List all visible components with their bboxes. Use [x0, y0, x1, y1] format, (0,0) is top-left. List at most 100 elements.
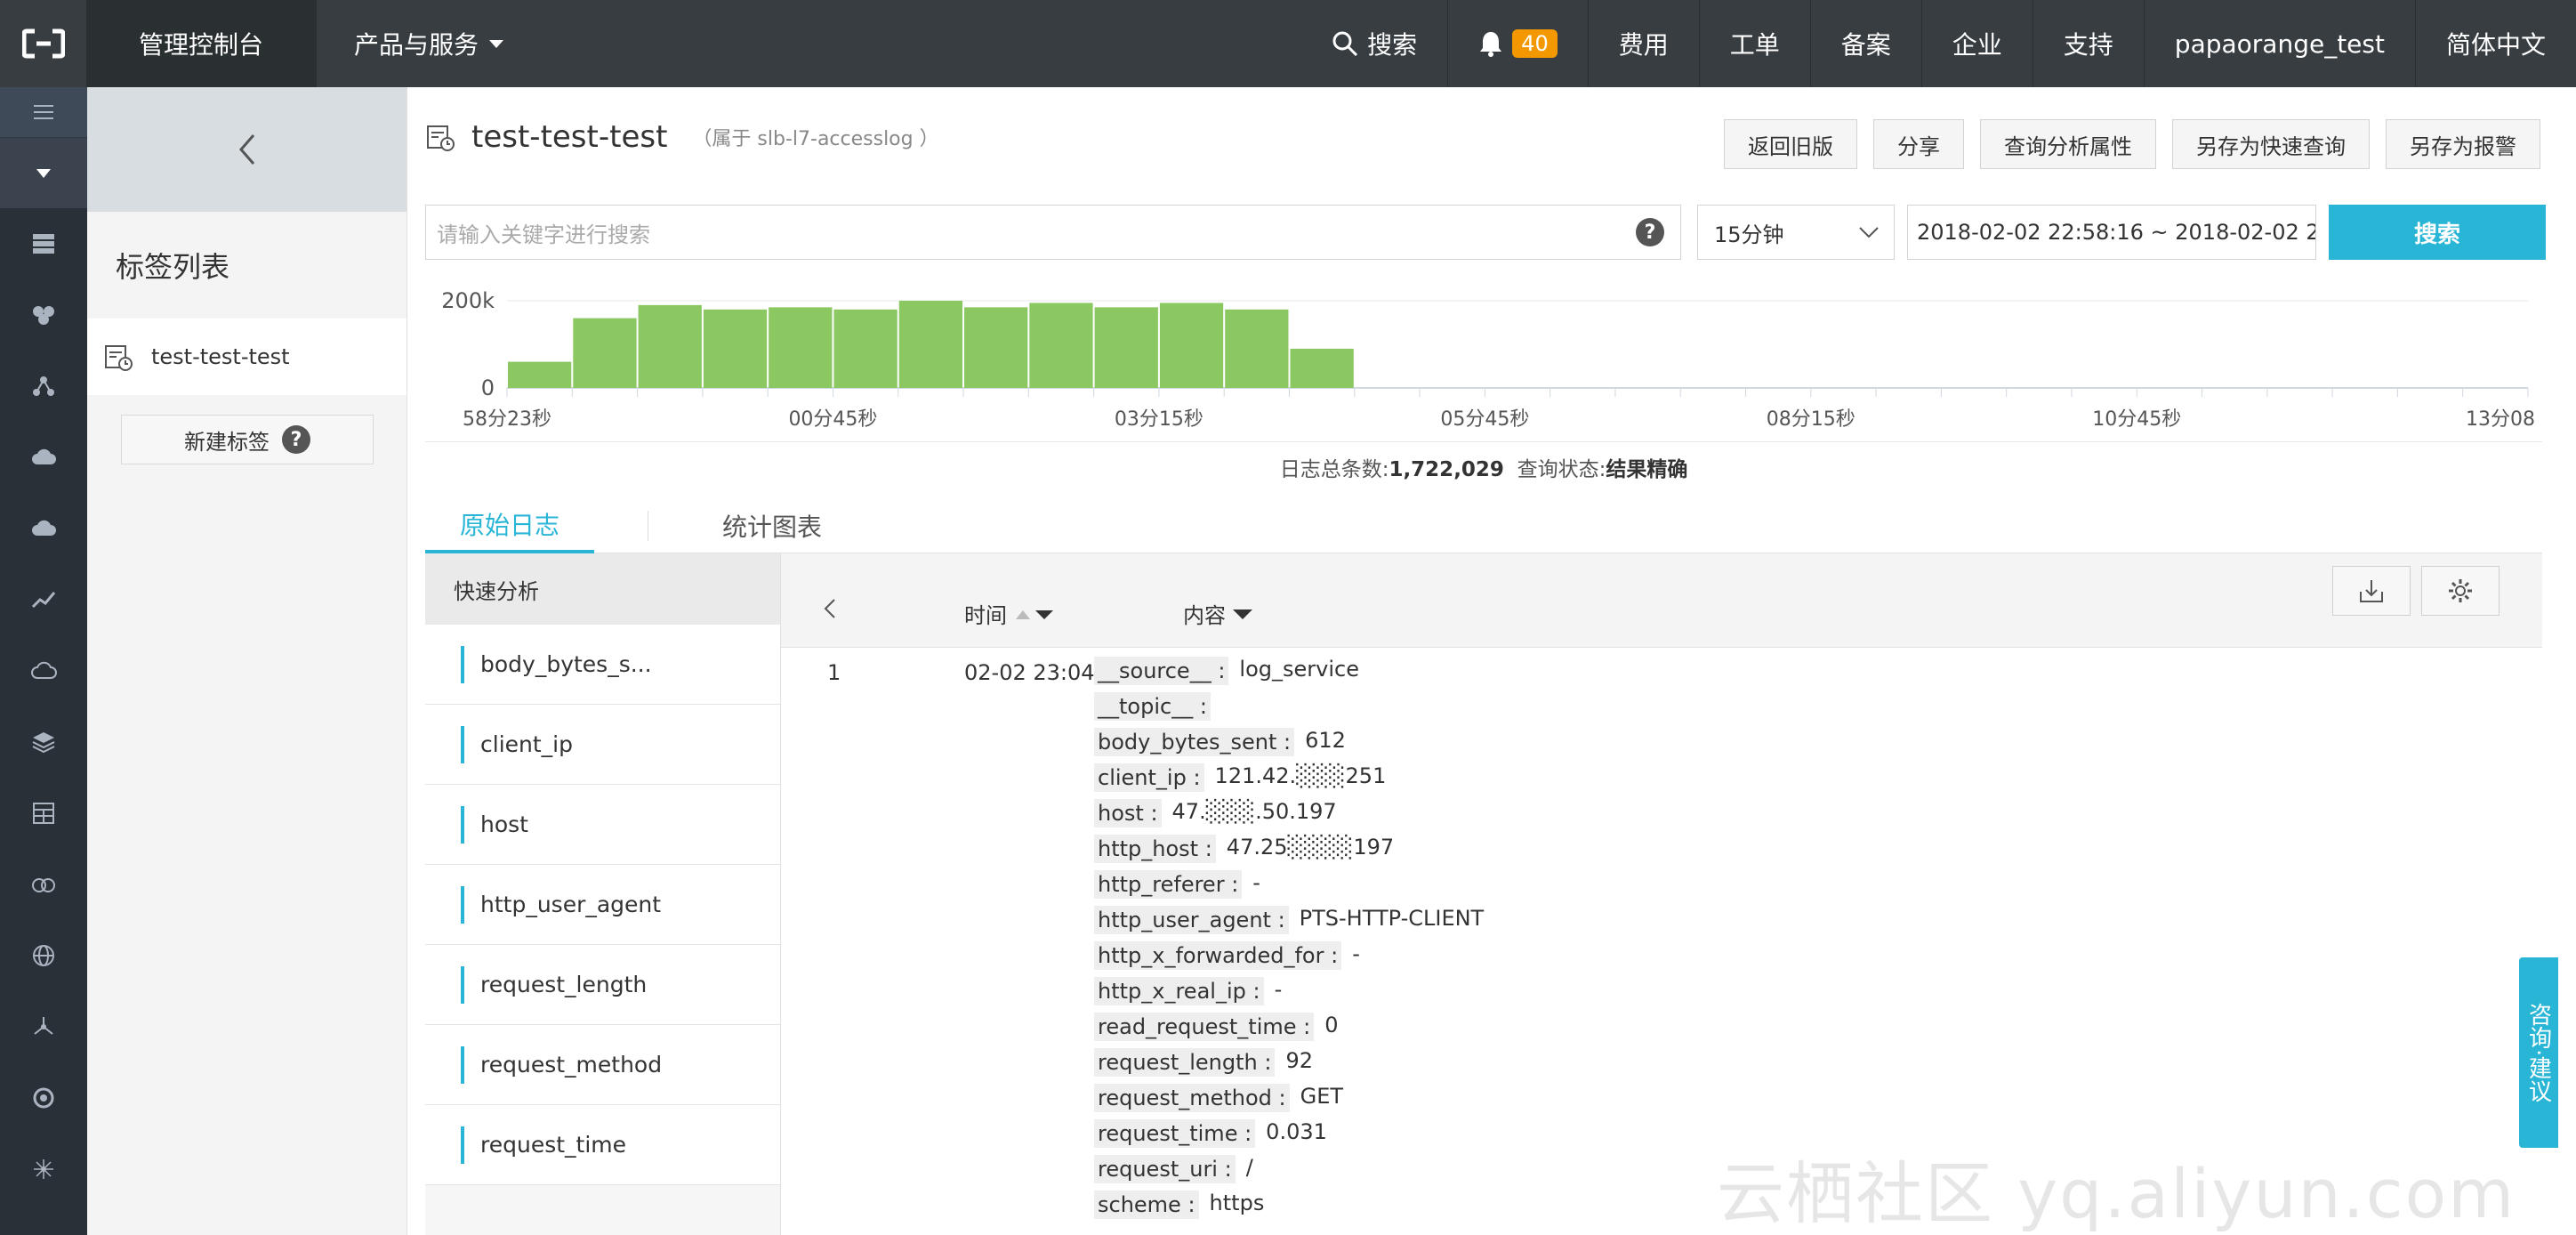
- search-input[interactable]: 请输入关键字进行搜索 ?: [425, 205, 1681, 260]
- quick-field[interactable]: body_bytes_s...: [425, 625, 780, 705]
- quick-field[interactable]: request_method: [425, 1025, 780, 1105]
- sidebar-server-icon[interactable]: [0, 208, 87, 279]
- quick-field[interactable]: http_user_agent: [425, 865, 780, 945]
- log-field-value[interactable]: PTS-HTTP-CLIENT: [1300, 906, 1485, 934]
- back-to-old-version-button[interactable]: 返回旧版: [1724, 119, 1857, 169]
- query-properties-button[interactable]: 查询分析属性: [1980, 119, 2156, 169]
- log-field-key[interactable]: scheme :: [1094, 1191, 1199, 1219]
- log-field-key[interactable]: request_uri :: [1094, 1155, 1236, 1183]
- log-field-key[interactable]: http_x_real_ip :: [1094, 977, 1264, 1005]
- log-field-value[interactable]: 92: [1285, 1048, 1313, 1077]
- log-field-key[interactable]: request_method :: [1094, 1084, 1290, 1112]
- language-switch[interactable]: 简体中文: [2414, 0, 2576, 87]
- nav-billing[interactable]: 费用: [1587, 0, 1699, 87]
- result-tabs: 原始日志 统计图表: [425, 498, 2542, 553]
- tab-statistics-chart[interactable]: 统计图表: [683, 498, 861, 553]
- sidebar-globe-icon[interactable]: [0, 920, 87, 991]
- log-field-key[interactable]: request_length :: [1094, 1048, 1276, 1077]
- quick-field[interactable]: request_time: [425, 1105, 780, 1185]
- log-field-key[interactable]: __source__ :: [1094, 657, 1229, 685]
- help-icon[interactable]: ?: [282, 425, 310, 454]
- nav-icp[interactable]: 备案: [1809, 0, 1921, 87]
- histogram-bar: [703, 309, 768, 388]
- products-services-menu[interactable]: 产品与服务: [317, 0, 504, 87]
- product-icon-sidebar: [0, 87, 87, 1235]
- log-field-key[interactable]: read_request_time :: [1094, 1013, 1315, 1041]
- log-field-value[interactable]: -: [1252, 870, 1260, 899]
- quick-field-label: request_method: [480, 1052, 663, 1078]
- sidebar-layers-icon[interactable]: [0, 706, 87, 778]
- log-field-key[interactable]: request_time :: [1094, 1119, 1256, 1148]
- nav-tickets[interactable]: 工单: [1698, 0, 1810, 87]
- time-column-header[interactable]: 时间: [964, 598, 1055, 629]
- sidebar-menu-toggle[interactable]: [0, 87, 87, 137]
- search-button[interactable]: 搜索: [2329, 205, 2546, 260]
- sidebar-dropdown-toggle[interactable]: [0, 137, 87, 208]
- log-field-key[interactable]: body_bytes_sent :: [1094, 728, 1295, 756]
- histogram-y-tick: 200k: [441, 288, 495, 313]
- log-field-key[interactable]: host :: [1094, 799, 1162, 827]
- quick-field[interactable]: client_ip: [425, 705, 780, 785]
- sidebar-cloud-circle-icon[interactable]: [0, 849, 87, 920]
- aliyun-logo-icon[interactable]: [0, 0, 87, 87]
- log-field-value[interactable]: 47.░░░.50.197: [1172, 799, 1337, 827]
- nav-support[interactable]: 支持: [2032, 0, 2144, 87]
- sidebar-trend-icon[interactable]: [0, 564, 87, 635]
- log-field-value[interactable]: 121.42.░░░251: [1215, 763, 1387, 792]
- settings-button[interactable]: [2421, 566, 2500, 616]
- sidebar-cloud-outline-icon[interactable]: [0, 635, 87, 706]
- nav-enterprise[interactable]: 企业: [1920, 0, 2033, 87]
- log-field-key[interactable]: __topic__ :: [1094, 692, 1211, 721]
- log-field-value[interactable]: 612: [1305, 728, 1346, 756]
- collapse-panel-button[interactable]: [87, 87, 407, 212]
- notification-button[interactable]: 40: [1447, 0, 1588, 87]
- histogram-bar: [833, 309, 898, 388]
- logstore-calendar-icon: [105, 345, 133, 371]
- logstore-project: （属于 slb-l7-accesslog ）: [692, 128, 939, 150]
- log-field-value[interactable]: GET: [1300, 1084, 1343, 1112]
- log-field-value[interactable]: 0.031: [1266, 1119, 1327, 1148]
- sidebar-nodes-icon[interactable]: [0, 991, 87, 1062]
- console-link[interactable]: 管理控制台: [87, 0, 317, 87]
- share-button[interactable]: 分享: [1873, 119, 1964, 169]
- log-field-value[interactable]: 47.25░░░░197: [1227, 835, 1394, 863]
- log-field-key[interactable]: http_x_forwarded_for :: [1094, 941, 1342, 970]
- sidebar-eye-icon[interactable]: [0, 1062, 87, 1134]
- sidebar-table-icon[interactable]: [0, 778, 87, 849]
- quick-field[interactable]: host: [425, 785, 780, 865]
- download-button[interactable]: [2332, 566, 2411, 616]
- log-field-value[interactable]: log_service: [1239, 657, 1359, 685]
- tab-raw-logs[interactable]: 原始日志: [425, 498, 594, 553]
- log-field: client_ip : 121.42.░░░251: [1094, 763, 1386, 792]
- prev-page-button[interactable]: [824, 598, 836, 619]
- quick-field[interactable]: request_length: [425, 945, 780, 1025]
- tag-list-item[interactable]: test-test-test: [87, 319, 407, 395]
- search-help-icon[interactable]: ?: [1636, 218, 1664, 246]
- new-tag-button[interactable]: 新建标签 ?: [121, 415, 374, 464]
- log-field-value[interactable]: -: [1275, 977, 1283, 1005]
- notification-badge: 40: [1512, 29, 1558, 58]
- sidebar-network-icon[interactable]: [0, 351, 87, 422]
- log-field-value[interactable]: /: [1246, 1155, 1253, 1183]
- sidebar-cloud-sync-icon[interactable]: [0, 422, 87, 493]
- content-column-header[interactable]: 内容: [1183, 598, 1252, 629]
- log-field-value[interactable]: -: [1352, 941, 1360, 970]
- save-alert-button[interactable]: 另存为报警: [2386, 119, 2540, 169]
- date-range-input[interactable]: 2018-02-02 22:58:16 ~ 2018-02-02 23:13: [1907, 205, 2316, 260]
- log-field-key[interactable]: http_referer :: [1094, 870, 1243, 899]
- total-count-label: 日志总条数:: [1279, 458, 1389, 481]
- sidebar-cloud-icon[interactable]: [0, 493, 87, 564]
- log-field-key[interactable]: http_user_agent :: [1094, 906, 1289, 934]
- log-field-value[interactable]: https: [1210, 1191, 1265, 1219]
- histogram-bar: [573, 318, 637, 388]
- time-range-select[interactable]: 15分钟: [1697, 205, 1895, 260]
- log-field-key[interactable]: http_host :: [1094, 835, 1216, 863]
- top-search-button[interactable]: 搜索: [1301, 0, 1447, 87]
- sidebar-star-network-icon[interactable]: [0, 1134, 87, 1205]
- log-field-key[interactable]: client_ip :: [1094, 763, 1204, 792]
- feedback-tab[interactable]: 咨询·建议: [2519, 957, 2558, 1148]
- save-quick-query-button[interactable]: 另存为快速查询: [2172, 119, 2370, 169]
- user-account-menu[interactable]: papaorange_test: [2143, 0, 2415, 87]
- log-field-value[interactable]: 0: [1324, 1013, 1338, 1041]
- sidebar-cluster-icon[interactable]: [0, 279, 87, 351]
